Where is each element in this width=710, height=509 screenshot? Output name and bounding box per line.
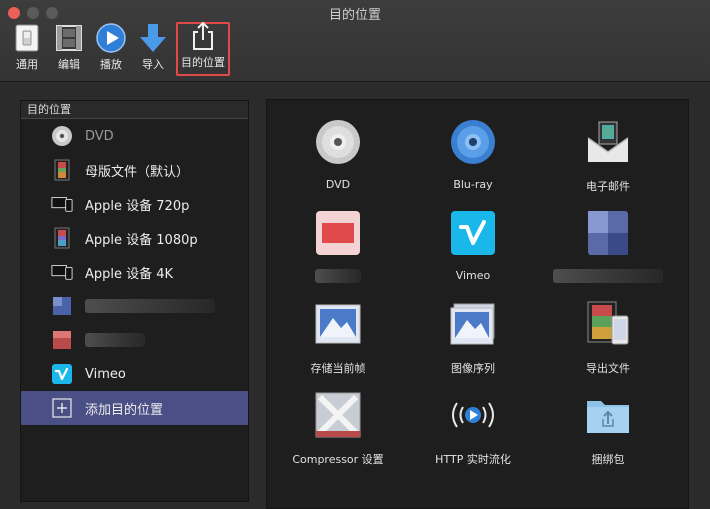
title-bar: 目的位置 通用 编辑 播放 导入 目的位置 (0, 0, 710, 82)
destination-dvd[interactable]: DVD (283, 116, 393, 191)
sidebar-item-label: 添加目的位置 (85, 402, 164, 418)
vimeo-icon (447, 207, 499, 259)
bluray-disc-icon (447, 116, 499, 168)
blurred-label (85, 333, 145, 347)
sidebar-item-apple-4k[interactable]: Apple 设备 4K (21, 255, 248, 289)
toolbar-import-button[interactable]: 导入 (132, 22, 174, 76)
destination-save-current-frame[interactable]: 存储当前帧 (283, 298, 393, 376)
destinations-sidebar: 目的位置 DVD 母版文件（默认） Apple 设备 720p Apple 设备… (20, 100, 249, 502)
destination-label: DVD (325, 178, 351, 191)
toolbar-destinations-button[interactable]: 目的位置 (176, 20, 230, 76)
apple-devices-icon (51, 193, 73, 215)
sidebar-item-add-destination[interactable]: 添加目的位置 (21, 391, 248, 425)
blurred-icon (312, 207, 364, 259)
destinations-list: DVD 母版文件（默认） Apple 设备 720p Apple 设备 1080… (21, 119, 248, 425)
destination-label: Vimeo (455, 269, 491, 282)
destination-label: Blu-ray (453, 178, 493, 191)
compressor-icon (312, 389, 364, 441)
window-title: 目的位置 (328, 8, 381, 23)
toolbar-label: 播放 (100, 58, 122, 71)
destination-vimeo[interactable]: Vimeo (418, 207, 528, 282)
blurred-label (315, 269, 361, 283)
play-icon (94, 22, 128, 54)
image-frame-icon (312, 298, 364, 350)
destination-bundle[interactable]: 捆绑包 (553, 389, 663, 467)
sidebar-item-dvd[interactable]: DVD (21, 119, 248, 153)
destination-label: Compressor 设置 (292, 453, 384, 466)
email-icon (582, 116, 634, 168)
sidebar-item-label: Apple 设备 720p (85, 198, 190, 214)
toolbar-label: 导入 (142, 58, 164, 71)
vimeo-icon (51, 363, 73, 385)
destinations-grid: DVD Blu-ray 电子邮件 Vimeo 存储当前帧 图像序列 导出文件 C… (266, 99, 689, 509)
sidebar-item-blurred-1[interactable] (21, 289, 248, 323)
blurred-label (85, 299, 215, 313)
sidebar-item-label: Apple 设备 1080p (85, 232, 198, 248)
destination-compressor-settings[interactable]: Compressor 设置 (283, 389, 393, 467)
destination-blurred-2[interactable] (553, 207, 663, 283)
blurred-label (553, 269, 663, 283)
toolbar-general-button[interactable]: 通用 (6, 22, 48, 76)
export-file-icon (582, 298, 634, 350)
bundle-folder-icon (582, 389, 634, 441)
http-live-stream-icon (447, 389, 499, 441)
toolbar-editing-button[interactable]: 编辑 (48, 22, 90, 76)
film-strip-icon (51, 227, 73, 249)
sidebar-item-vimeo[interactable]: Vimeo (21, 357, 248, 391)
sidebar-item-master-file[interactable]: 母版文件（默认） (21, 153, 248, 187)
arrow-down-icon (136, 22, 170, 54)
sidebar-item-label: DVD (85, 128, 114, 144)
share-icon (186, 20, 220, 52)
destination-email[interactable]: 电子邮件 (553, 116, 663, 194)
destination-export-file[interactable]: 导出文件 (553, 298, 663, 376)
sidebar-item-apple-1080p[interactable]: Apple 设备 1080p (21, 221, 248, 255)
toolbar-label: 通用 (16, 58, 38, 71)
sidebar-item-label: 母版文件（默认） (85, 164, 190, 180)
add-icon (51, 397, 73, 419)
toolbar-label: 编辑 (58, 58, 80, 71)
blurred-icon (51, 295, 73, 317)
blurred-icon (51, 329, 73, 351)
sidebar-item-blurred-2[interactable] (21, 323, 248, 357)
film-strip-icon (52, 22, 86, 54)
destination-label: 图像序列 (451, 362, 495, 375)
blurred-icon (582, 207, 634, 259)
toolbar-label: 目的位置 (181, 56, 225, 69)
destination-label: 存储当前帧 (310, 362, 366, 375)
image-sequence-icon (447, 298, 499, 350)
dvd-disc-icon (51, 125, 73, 147)
destination-http-live-streaming[interactable]: HTTP 实时流化 (418, 389, 528, 467)
sidebar-item-apple-720p[interactable]: Apple 设备 720p (21, 187, 248, 221)
destination-bluray[interactable]: Blu-ray (418, 116, 528, 191)
destination-label: 电子邮件 (586, 180, 630, 193)
film-strip-icon (51, 159, 73, 181)
toolbar-playback-button[interactable]: 播放 (90, 22, 132, 76)
destination-label: 捆绑包 (591, 453, 625, 466)
sidebar-item-label: Vimeo (85, 366, 126, 382)
destination-image-sequence[interactable]: 图像序列 (418, 298, 528, 376)
preferences-toolbar: 通用 编辑 播放 导入 目的位置 (6, 20, 230, 76)
destination-label: HTTP 实时流化 (435, 453, 511, 466)
dvd-disc-icon (312, 116, 364, 168)
apple-devices-icon (51, 261, 73, 283)
switch-icon (10, 22, 44, 54)
sidebar-item-label: Apple 设备 4K (85, 266, 174, 282)
destination-blurred-1[interactable] (283, 207, 393, 283)
sidebar-header: 目的位置 (21, 101, 248, 119)
destination-label: 导出文件 (586, 362, 630, 375)
